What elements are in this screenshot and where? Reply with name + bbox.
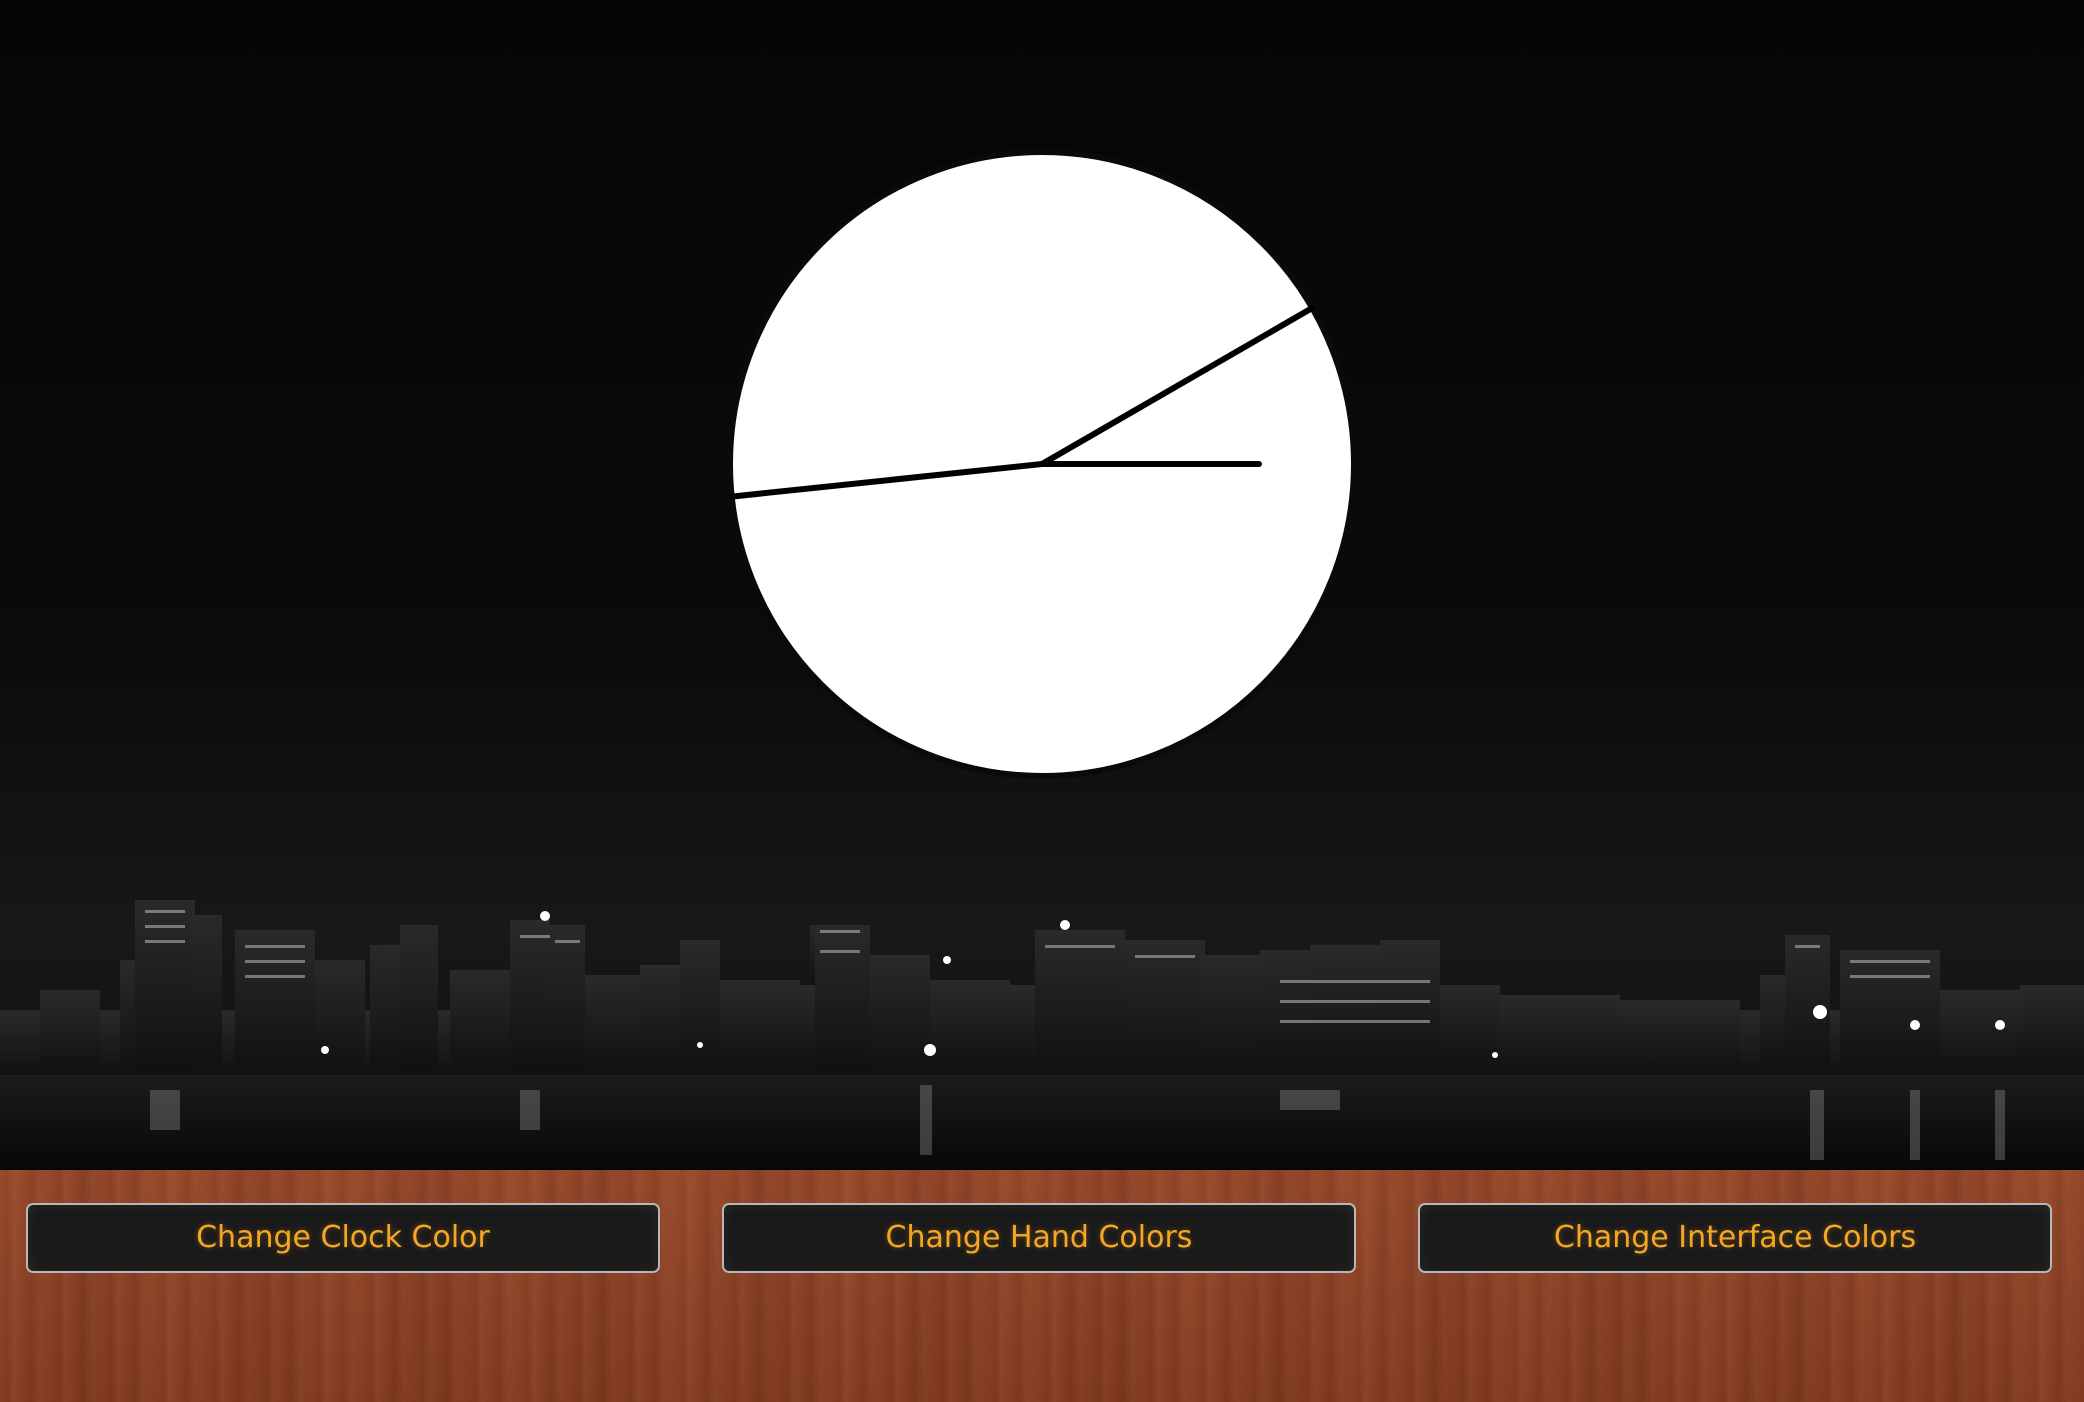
change-hand-colors-label: Change Hand Colors (885, 1220, 1193, 1255)
clock-face-svg (727, 149, 1357, 779)
analog-clock[interactable] (722, 144, 1362, 784)
change-interface-colors-label: Change Interface Colors (1553, 1220, 1917, 1255)
clock-app: Change Clock Color Change Hand Colors Ch… (0, 0, 2084, 1402)
change-interface-colors-button[interactable]: Change Interface Colors (1418, 1203, 2052, 1273)
change-clock-color-label: Change Clock Color (196, 1220, 490, 1255)
change-hand-colors-button[interactable]: Change Hand Colors (722, 1203, 1356, 1273)
change-clock-color-button[interactable]: Change Clock Color (26, 1203, 660, 1273)
